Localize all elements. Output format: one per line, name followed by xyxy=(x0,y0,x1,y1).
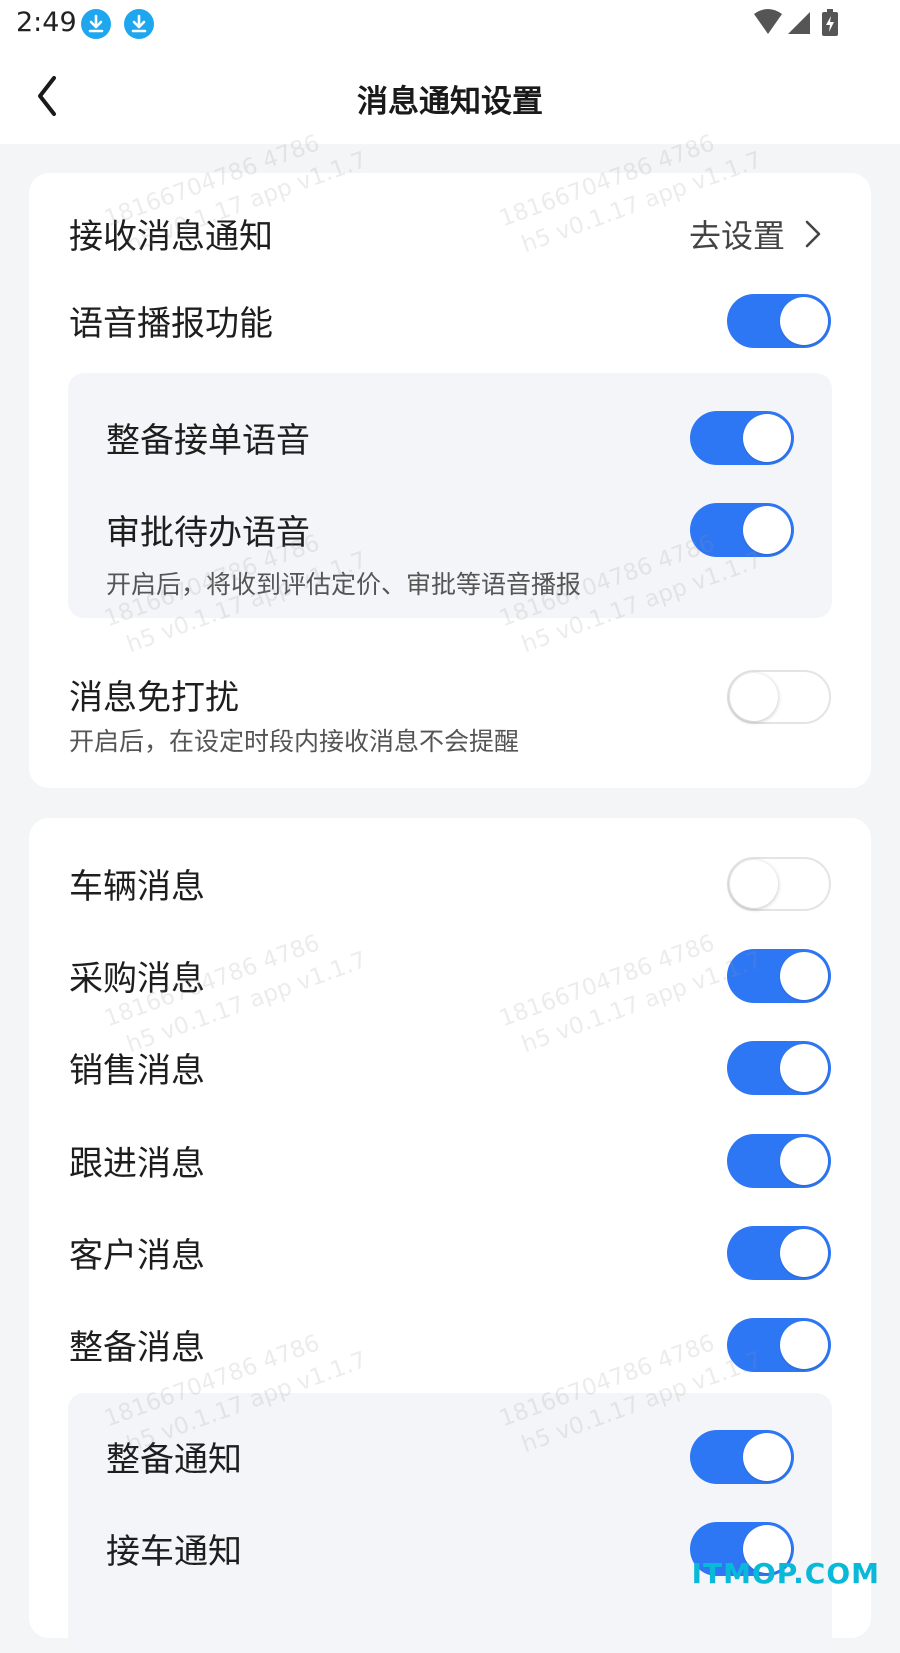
do-not-disturb-description: 开启后，在设定时段内接收消息不会提醒 xyxy=(69,727,520,756)
status-time: 2:49 xyxy=(16,7,77,38)
site-logo: ITMOP.COM xyxy=(691,1557,880,1590)
prep-notice-row: 整备通知 xyxy=(106,1430,794,1484)
customer-message-label: 客户消息 xyxy=(69,1236,205,1276)
purchase-message-label: 采购消息 xyxy=(69,959,205,999)
prep-subpanel: 整备通知 接车通知 xyxy=(68,1393,832,1653)
sales-message-row: 销售消息 xyxy=(69,1041,831,1095)
go-settings-label: 去设置 xyxy=(688,217,785,255)
prep-order-voice-label: 整备接单语音 xyxy=(106,421,310,461)
receive-notification-row[interactable]: 接收消息通知 去设置 xyxy=(69,207,831,261)
customer-message-toggle[interactable] xyxy=(727,1226,831,1280)
vehicle-message-row: 车辆消息 xyxy=(69,857,831,911)
approval-voice-label: 审批待办语音 xyxy=(106,513,310,553)
status-icons xyxy=(752,8,852,40)
followup-message-label: 跟进消息 xyxy=(69,1144,205,1184)
approval-voice-toggle[interactable] xyxy=(690,503,794,557)
go-settings-link[interactable]: 去设置 xyxy=(689,207,831,261)
approval-voice-row: 审批待办语音 开启后，将收到评估定价、审批等语音播报 xyxy=(106,503,794,599)
do-not-disturb-toggle[interactable] xyxy=(727,670,831,724)
chevron-right-icon xyxy=(805,220,821,248)
nav-bar: 消息通知设置 xyxy=(0,48,900,144)
message-types-card: 车辆消息 采购消息 销售消息 跟进消息 客户消息 整备消息 整备通知 接车通知 xyxy=(29,818,871,1653)
followup-message-row: 跟进消息 xyxy=(69,1134,831,1188)
do-not-disturb-row: 消息免打扰 开启后，在设定时段内接收消息不会提醒 xyxy=(69,670,831,760)
download-icon xyxy=(124,9,154,39)
customer-message-row: 客户消息 xyxy=(69,1226,831,1280)
followup-message-toggle[interactable] xyxy=(727,1134,831,1188)
voice-broadcast-row: 语音播报功能 xyxy=(69,294,831,348)
purchase-message-row: 采购消息 xyxy=(69,949,831,1003)
voice-broadcast-toggle[interactable] xyxy=(727,294,831,348)
receive-notification-label: 接收消息通知 xyxy=(69,217,273,257)
notification-settings-card: 接收消息通知 去设置 语音播报功能 整备接单语音 审批待办语音 开启后，将收到评… xyxy=(29,173,871,788)
do-not-disturb-label: 消息免打扰 xyxy=(69,678,239,718)
voice-subpanel: 整备接单语音 审批待办语音 开启后，将收到评估定价、审批等语音播报 xyxy=(68,373,832,618)
prep-order-voice-toggle[interactable] xyxy=(690,411,794,465)
signal-icon xyxy=(788,12,810,34)
sales-message-toggle[interactable] xyxy=(727,1041,831,1095)
wifi-icon xyxy=(754,9,782,34)
prep-message-label: 整备消息 xyxy=(69,1328,205,1368)
prep-message-toggle[interactable] xyxy=(727,1318,831,1372)
status-bar: 2:49 xyxy=(0,0,900,48)
page-title: 消息通知设置 xyxy=(357,84,543,120)
prep-notice-label: 整备通知 xyxy=(106,1440,242,1480)
prep-notice-toggle[interactable] xyxy=(690,1430,794,1484)
prep-order-voice-row: 整备接单语音 xyxy=(106,411,794,465)
battery-icon xyxy=(822,9,838,36)
pickup-notice-label: 接车通知 xyxy=(106,1532,242,1572)
voice-description: 开启后，将收到评估定价、审批等语音播报 xyxy=(106,570,582,599)
voice-broadcast-label: 语音播报功能 xyxy=(69,304,273,344)
prep-message-row: 整备消息 xyxy=(69,1318,831,1372)
vehicle-message-label: 车辆消息 xyxy=(69,867,205,907)
purchase-message-toggle[interactable] xyxy=(727,949,831,1003)
vehicle-message-toggle[interactable] xyxy=(727,857,831,911)
download-icon xyxy=(81,9,111,39)
sales-message-label: 销售消息 xyxy=(69,1051,205,1091)
